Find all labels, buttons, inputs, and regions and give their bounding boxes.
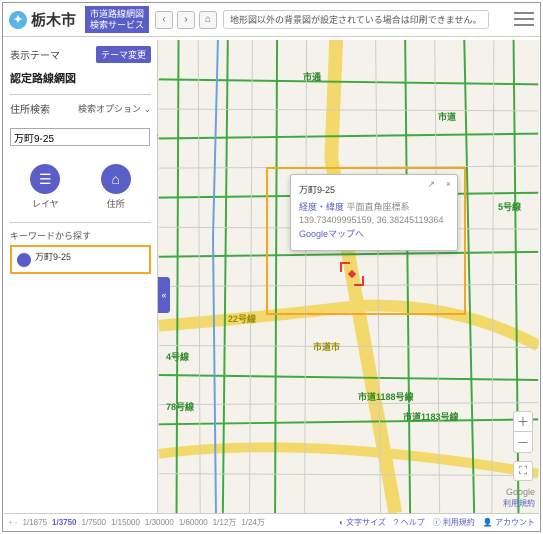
pin-icon [17,253,31,267]
gmaps-link[interactable]: Googleマップへ [299,227,449,240]
menu-icon[interactable] [514,10,534,28]
road-label: 市道 [438,110,456,123]
nav-fwd-button[interactable]: › [177,11,195,29]
account-link[interactable]: 👤 アカウント [483,517,535,528]
theme-change-button[interactable]: テーマ変更 [96,46,151,63]
search-label: 住所検索 [10,101,50,116]
scale-option[interactable]: 1/60000 [179,518,208,527]
road-label: 市道市 [313,340,340,353]
address-search-input[interactable] [10,128,150,146]
search-options-link[interactable]: 検索オプション ⌄ [78,102,151,115]
logo-mark-icon: ✦ [9,11,27,29]
layer-button[interactable]: ☰ レイヤ [30,164,60,210]
scale-option[interactable]: 1/1875 [23,518,47,527]
scale-option[interactable]: 1/12万 [213,518,237,527]
scale-option[interactable]: 1/15000 [111,518,140,527]
nav-back-button[interactable]: ‹ [155,11,173,29]
scale-option[interactable]: 1/30000 [145,518,174,527]
zoom-in-button[interactable]: ＋ [514,412,532,432]
map-canvas[interactable]: 市通 市道 5号線 22号線 4号線 78号線 市道1188号線 市道1183号… [158,40,539,513]
zoom-control: ＋ － [513,411,533,453]
target-marker-icon [340,262,364,286]
road-label: 4号線 [166,350,189,363]
keyword-header: キーワードから探す [10,222,151,242]
address-button[interactable]: ⌂ 住所 [101,164,131,210]
scale-option[interactable]: 1/24万 [241,518,265,527]
sidebar: 表示テーマ テーマ変更 認定路線網図 住所検索 検索オプション ⌄ × 検索 ☰… [4,40,158,513]
text-size-link[interactable]: ◐ 文字サイズ [339,517,386,528]
google-attribution: Google [506,487,535,497]
latlon-link[interactable]: 経度・緯度 [299,202,344,212]
footer-bar: + - 1/18751/37501/75001/150001/300001/60… [4,513,539,530]
zoom-out-button[interactable]: － [514,432,532,452]
print-notice: 地形図以外の背景図が設定されている場合は印刷できません。 [223,10,488,29]
road-label: 市通 [303,70,321,83]
map-terms-link[interactable]: 利用規約 [503,498,535,509]
home-button[interactable]: ⌂ [199,11,217,29]
theme-label: 表示テーマ [10,47,60,62]
terms-link[interactable]: ⓘ 利用規約 [433,517,475,528]
road-label: 市道1188号線 [358,390,414,403]
list-icon: ☰ [30,164,60,194]
scale-option[interactable]: 1/7500 [82,518,106,527]
road-label: 市道1183号線 [403,410,459,423]
theme-name: 認定路線網図 [10,67,151,95]
fullscreen-button[interactable]: ⛶ [513,461,533,481]
city-name: 栃木市 [31,9,76,30]
location-popup: ↗ × 万町9-25 経度・緯度 平面直角座標系 139.73409995159… [290,174,458,251]
road-label: 78号線 [166,400,194,413]
keyword-result[interactable]: 万町9-25 [10,245,151,274]
popup-close-icon[interactable]: × [446,179,451,189]
sidebar-toggle[interactable]: « [158,277,170,313]
service-badge: 市道路線網図 検索サービス [85,6,149,34]
help-link[interactable]: ? ヘルプ [394,517,425,528]
city-logo: ✦ 栃木市 [3,9,82,30]
coordinates-text: 139.73409995159, 36.38245119364 [299,215,449,225]
popup-expand-icon[interactable]: ↗ [427,179,435,190]
road-label: 22号線 [228,312,256,325]
home-icon: ⌂ [101,164,131,194]
scale-option[interactable]: 1/3750 [52,518,76,527]
road-label: 5号線 [498,200,521,213]
